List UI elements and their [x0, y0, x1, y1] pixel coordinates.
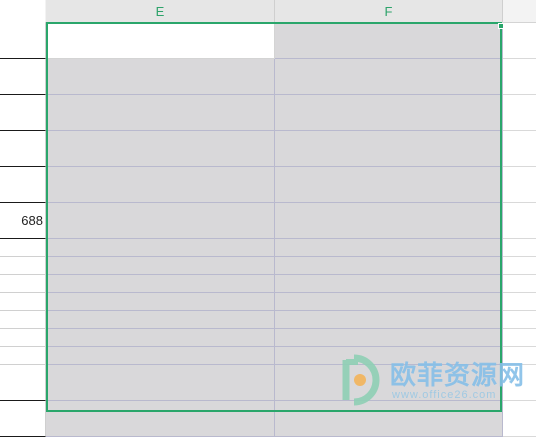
cell-f[interactable] — [275, 401, 503, 437]
cell-g[interactable] — [503, 59, 536, 95]
cell-g[interactable] — [503, 167, 536, 203]
cell-g[interactable] — [503, 203, 536, 239]
cell-g[interactable] — [503, 311, 536, 329]
cell-f[interactable] — [275, 311, 503, 329]
column-header-f[interactable]: F — [275, 0, 503, 22]
cell-g[interactable] — [503, 293, 536, 311]
cell-g[interactable] — [503, 347, 536, 365]
cell-d[interactable] — [0, 293, 46, 311]
cell-f[interactable] — [275, 365, 503, 401]
cell-f[interactable] — [275, 275, 503, 293]
cell-e[interactable] — [46, 311, 275, 329]
cell-f[interactable] — [275, 59, 503, 95]
cell-g[interactable] — [503, 401, 536, 437]
cell-f[interactable] — [275, 239, 503, 257]
cell-d[interactable] — [0, 239, 46, 257]
cell-e[interactable] — [46, 203, 275, 239]
cell-e[interactable] — [46, 275, 275, 293]
cell-e[interactable] — [46, 329, 275, 347]
cell-f[interactable] — [275, 95, 503, 131]
cell-g[interactable] — [503, 239, 536, 257]
cell-d[interactable] — [0, 59, 46, 95]
cell-e[interactable] — [46, 239, 275, 257]
fill-handle[interactable] — [498, 23, 504, 29]
cell-d[interactable] — [0, 131, 46, 167]
cell-d[interactable] — [0, 167, 46, 203]
cell-f[interactable] — [275, 347, 503, 365]
cell-g[interactable] — [503, 275, 536, 293]
cell-g[interactable] — [503, 23, 536, 59]
cell-e[interactable] — [46, 167, 275, 203]
cell-e[interactable] — [46, 257, 275, 275]
cell-e[interactable] — [46, 347, 275, 365]
cell-f[interactable] — [275, 293, 503, 311]
cell-d[interactable] — [0, 275, 46, 293]
cell-d[interactable] — [0, 257, 46, 275]
cell-e[interactable] — [46, 23, 275, 59]
cell-d[interactable] — [0, 347, 46, 365]
cell-e[interactable] — [46, 95, 275, 131]
cell-d[interactable]: 688 — [0, 203, 46, 239]
cell-e[interactable] — [46, 131, 275, 167]
cell-d[interactable] — [0, 365, 46, 401]
cell-e[interactable] — [46, 401, 275, 437]
cell-e[interactable] — [46, 365, 275, 401]
cell-f[interactable] — [275, 167, 503, 203]
cell-d[interactable] — [0, 401, 46, 437]
cell-f[interactable] — [275, 131, 503, 167]
cell-g[interactable] — [503, 365, 536, 401]
cell-f[interactable] — [275, 329, 503, 347]
cell-d[interactable] — [0, 311, 46, 329]
cell-g[interactable] — [503, 131, 536, 167]
cell-f[interactable] — [275, 23, 503, 59]
spreadsheet-grid[interactable]: E F 688 — [0, 0, 536, 437]
cell-value: 688 — [21, 213, 43, 228]
cell-g[interactable] — [503, 329, 536, 347]
cell-d[interactable] — [0, 329, 46, 347]
cell-d[interactable] — [0, 23, 46, 59]
cell-f[interactable] — [275, 257, 503, 275]
cell-e[interactable] — [46, 59, 275, 95]
column-header-e[interactable]: E — [46, 0, 275, 22]
cell-g[interactable] — [503, 257, 536, 275]
cell-g[interactable] — [503, 95, 536, 131]
cell-d[interactable] — [0, 95, 46, 131]
cell-e[interactable] — [46, 293, 275, 311]
cell-f[interactable] — [275, 203, 503, 239]
